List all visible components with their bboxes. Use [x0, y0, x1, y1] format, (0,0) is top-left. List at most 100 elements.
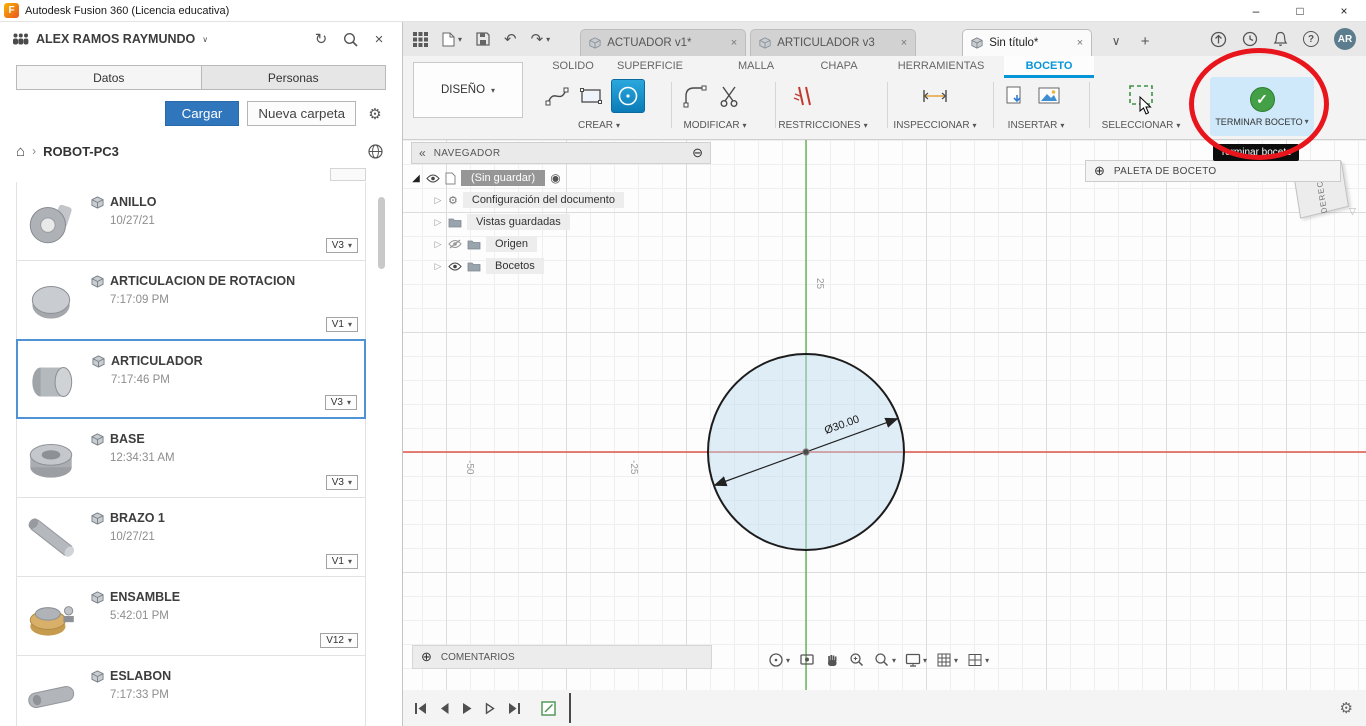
version-badge[interactable]: V1 ▾	[325, 317, 358, 332]
data-panel-toggle-icon[interactable]	[413, 31, 428, 47]
visibility-eye-icon[interactable]	[426, 174, 440, 183]
insert-icon[interactable]	[1001, 82, 1029, 110]
close-panel-icon[interactable]: ×	[368, 28, 390, 50]
list-item[interactable]: ENSAMBLE 5:42:01 PM V12 ▾	[16, 576, 366, 656]
document-tab[interactable]: ARTICULADOR v3 ×	[750, 29, 917, 56]
play-button[interactable]	[461, 701, 473, 716]
browser-row[interactable]: ▷ ⚙ Configuración del documento	[433, 192, 711, 208]
document-tab-active[interactable]: Sin título* ×	[962, 29, 1093, 56]
view-cube-menu-icon[interactable]: ▽	[1349, 206, 1356, 217]
expand-closed-icon[interactable]: ▷	[433, 195, 443, 206]
sketch-canvas[interactable]: Ø30.00 25 -50 -25 « NAVEGADOR ⊖ ◢ (Sin g…	[403, 140, 1366, 690]
workspace-selector[interactable]: DISEÑO ▾	[413, 62, 523, 118]
search-icon[interactable]	[339, 28, 361, 50]
list-item[interactable]: ESLABON 7:17:33 PM	[16, 655, 366, 726]
activate-component-radio[interactable]: ◉	[550, 171, 560, 185]
expand-closed-icon[interactable]: ▷	[433, 217, 443, 228]
globe-icon[interactable]	[364, 140, 386, 162]
select-menu[interactable]: SELECCIONAR ▾	[1102, 120, 1181, 131]
avatar[interactable]: AR	[1334, 28, 1356, 50]
fillet-tool-icon[interactable]	[681, 82, 709, 110]
expand-palette-icon[interactable]: ⊕	[1094, 163, 1105, 179]
gear-icon[interactable]: ⚙	[364, 103, 386, 125]
list-item[interactable]: BASE 12:34:31 AM V3 ▾	[16, 418, 366, 498]
rectangle-tool-icon[interactable]	[577, 82, 605, 110]
line-tool-icon[interactable]	[543, 82, 571, 110]
orbit-icon[interactable]: ▾	[768, 652, 790, 668]
new-folder-button[interactable]: Nueva carpeta	[247, 101, 356, 126]
circle-tool-icon-active[interactable]	[611, 79, 645, 113]
browser-row[interactable]: ▷ Bocetos	[433, 258, 711, 274]
trim-tool-icon[interactable]	[715, 82, 743, 110]
unsaved-document-label[interactable]: (Sin guardar)	[461, 170, 546, 186]
comments-bar[interactable]: ⊕ COMENTARIOS	[412, 645, 712, 669]
go-to-end-button[interactable]	[507, 701, 521, 716]
viewports-icon[interactable]: ▾	[967, 652, 989, 668]
refresh-icon[interactable]: ↻	[310, 28, 332, 50]
collapse-panel-icon[interactable]: «	[419, 146, 426, 160]
project-name[interactable]: ROBOT-PC3	[43, 144, 119, 159]
go-to-start-button[interactable]	[413, 701, 427, 716]
tab-datos[interactable]: Datos	[17, 66, 201, 89]
constraints-menu[interactable]: RESTRICCIONES ▾	[778, 120, 867, 131]
look-at-icon[interactable]	[799, 652, 815, 668]
version-badge[interactable]: V3 ▾	[325, 475, 358, 490]
select-box-icon[interactable]	[1127, 81, 1155, 109]
canvas-image-icon[interactable]	[1035, 82, 1063, 110]
close-tab-icon[interactable]: ×	[731, 37, 737, 49]
tab-boceto[interactable]: BOCETO	[1004, 56, 1094, 78]
job-status-icon[interactable]	[1210, 31, 1227, 48]
tab-chapa[interactable]: CHAPA	[794, 56, 884, 78]
expand-open-icon[interactable]: ◢	[411, 173, 421, 184]
save-button[interactable]	[476, 32, 490, 46]
undo-button[interactable]: ↶	[504, 30, 517, 48]
insert-menu[interactable]: INSERTAR ▾	[1008, 120, 1065, 131]
circle-center-point[interactable]	[802, 448, 810, 456]
home-icon[interactable]: ⌂	[16, 143, 25, 160]
constraints-icon[interactable]	[789, 82, 817, 110]
version-badge[interactable]: V3 ▾	[324, 395, 357, 410]
tab-personas[interactable]: Personas	[200, 66, 385, 89]
add-comment-icon[interactable]: ⊕	[421, 649, 432, 665]
timeline-settings-gear-icon[interactable]: ⚙	[1340, 699, 1353, 717]
visibility-eye-icon[interactable]	[448, 262, 462, 271]
expand-closed-icon[interactable]: ▷	[433, 239, 443, 250]
create-menu[interactable]: CREAR ▾	[578, 120, 620, 131]
clock-icon[interactable]	[1242, 31, 1258, 47]
tab-list-dropdown[interactable]: ∨	[1104, 30, 1128, 52]
tab-malla[interactable]: MALLA	[711, 56, 801, 78]
sketch-palette-bar[interactable]: ⊕ PALETA DE BOCETO	[1085, 160, 1341, 182]
step-forward-button[interactable]	[484, 701, 496, 716]
close-tab-icon[interactable]: ×	[1077, 37, 1083, 49]
close-button[interactable]: ×	[1322, 0, 1366, 21]
timeline-sketch-feature-icon[interactable]	[541, 700, 556, 716]
help-icon[interactable]: ?	[1303, 31, 1319, 47]
document-tab[interactable]: ACTUADOR v1* ×	[580, 29, 747, 56]
fit-icon[interactable]: ▾	[874, 652, 896, 668]
browser-row[interactable]: ▷ Vistas guardadas	[433, 214, 711, 230]
tab-superficie[interactable]: SUPERFICIE	[605, 56, 695, 78]
close-tab-icon[interactable]: ×	[901, 37, 907, 49]
step-back-button[interactable]	[438, 701, 450, 716]
chevron-down-icon[interactable]: ∨	[202, 35, 208, 44]
finish-sketch-button[interactable]: ✓ TERMINAR BOCETO ▾	[1210, 77, 1314, 136]
zoom-icon[interactable]	[849, 652, 865, 668]
notifications-bell-icon[interactable]	[1273, 31, 1288, 47]
user-menu[interactable]: ALEX RAMOS RAYMUNDO	[36, 32, 195, 46]
inspect-menu[interactable]: INSPECCIONAR ▾	[893, 120, 976, 131]
new-document-button[interactable]: +	[1133, 30, 1157, 52]
version-badge[interactable]: V3 ▾	[325, 238, 358, 253]
modify-menu[interactable]: MODIFICAR ▾	[683, 120, 746, 131]
version-badge[interactable]: V12 ▾	[320, 633, 358, 648]
version-badge[interactable]: V1 ▾	[325, 554, 358, 569]
expand-closed-icon[interactable]: ▷	[433, 261, 443, 272]
display-settings-icon[interactable]: ▾	[905, 652, 927, 668]
file-menu[interactable]: ▾	[442, 32, 462, 47]
scrollbar-thumb[interactable]	[378, 197, 385, 269]
list-item[interactable]: ARTICULACION DE ROTACION 7:17:09 PM V1 ▾	[16, 260, 366, 340]
timeline-marker[interactable]	[569, 693, 571, 723]
pan-hand-icon[interactable]	[824, 653, 840, 668]
redo-button[interactable]: ↷ ▾	[531, 30, 551, 48]
minimize-panel-icon[interactable]: ⊖	[692, 145, 703, 161]
maximize-button[interactable]: □	[1278, 0, 1322, 21]
